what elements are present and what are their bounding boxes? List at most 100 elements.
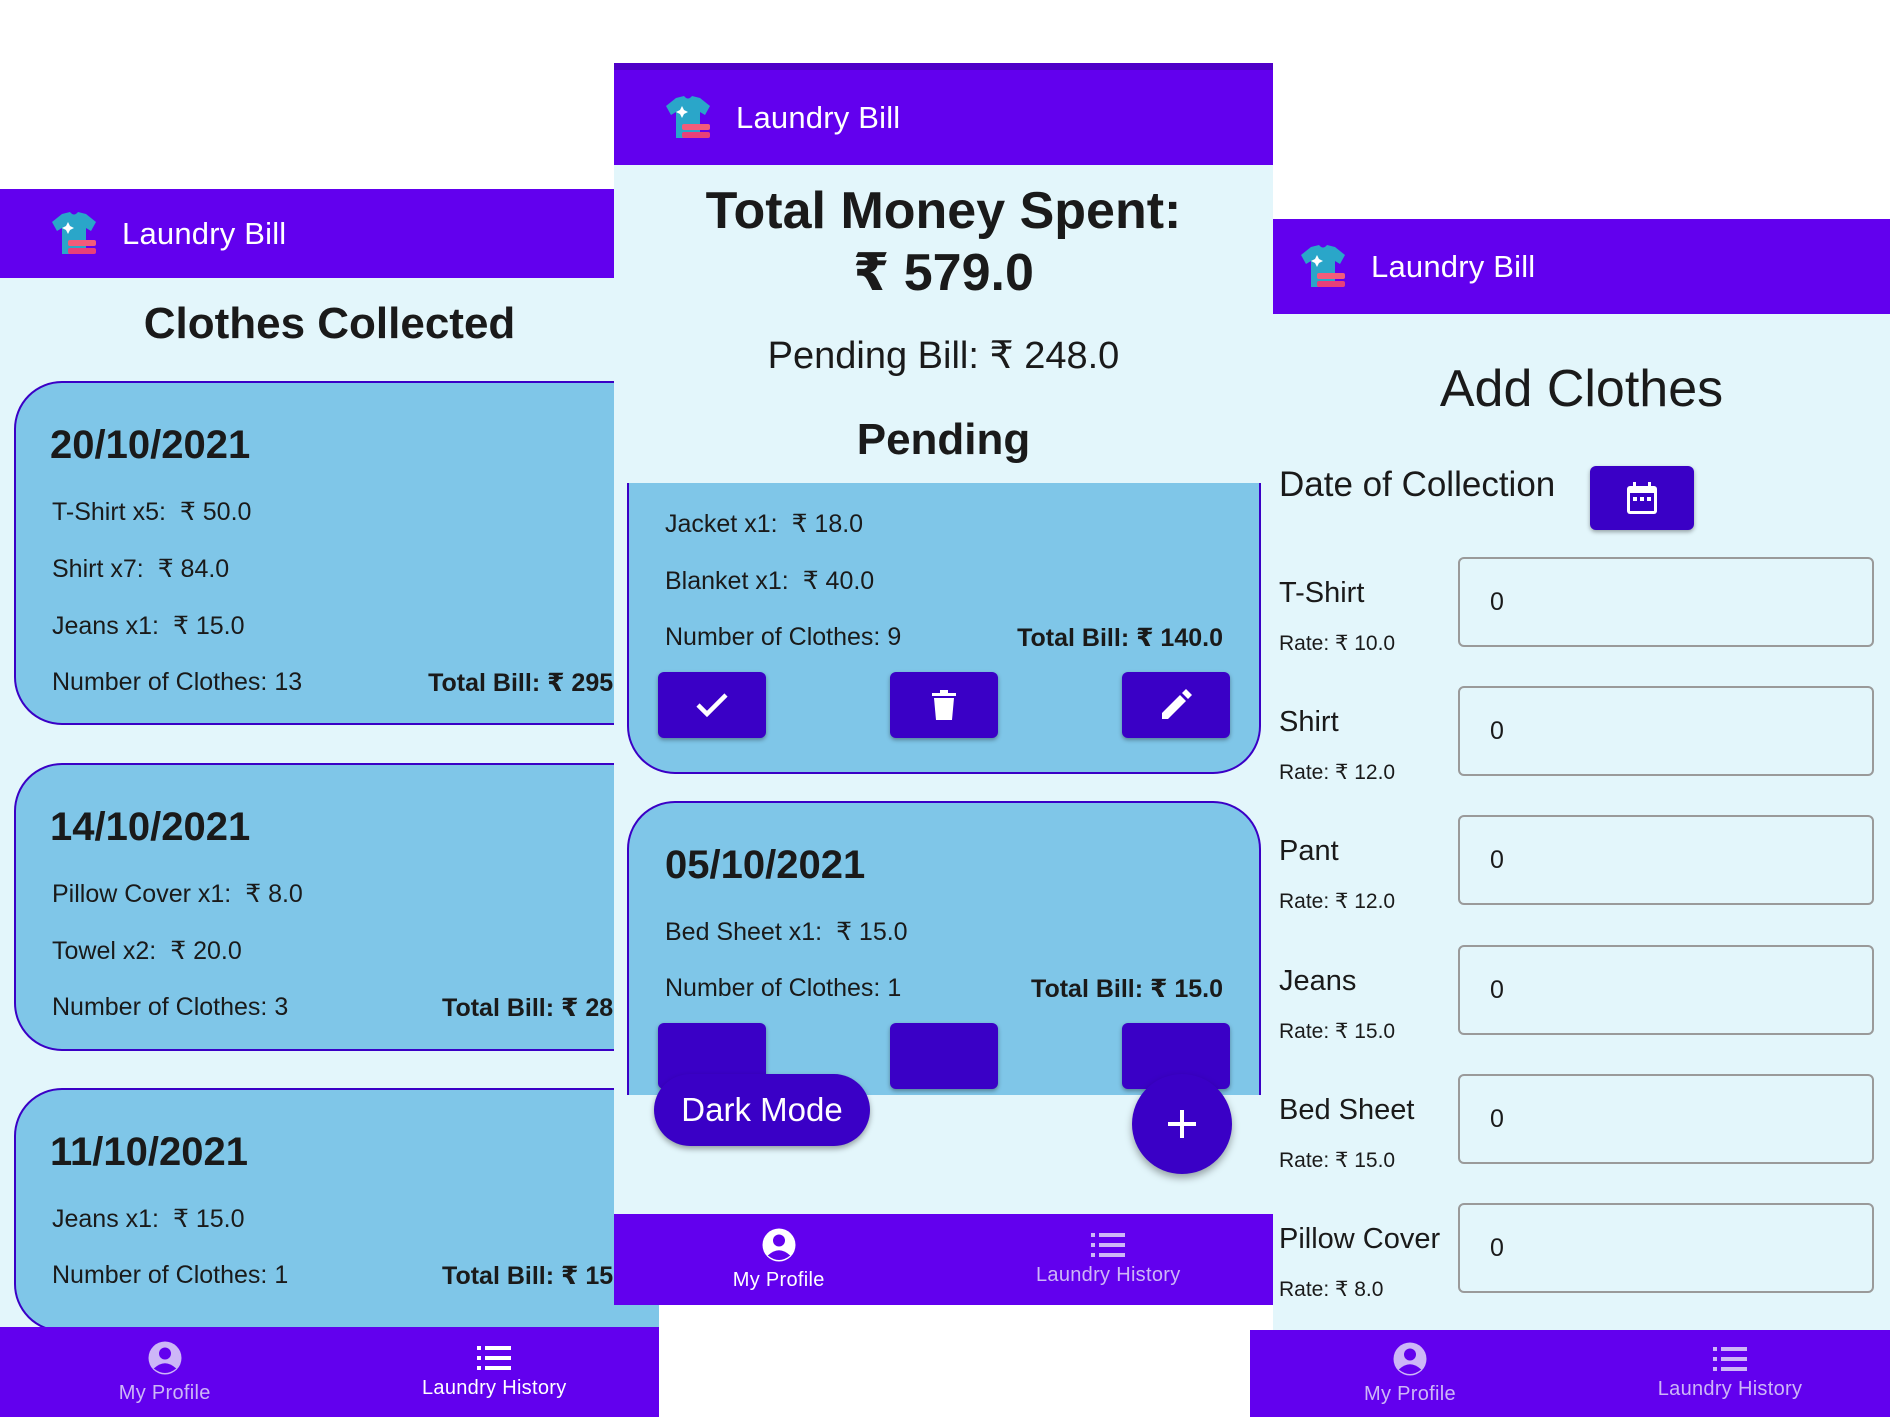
app-logo-icon: [1301, 244, 1345, 287]
field-label-jeans: Jeans: [1279, 965, 1357, 997]
history-card[interactable]: 11/10/2021 Jeans x1: ₹ 15.0 Number of Clo…: [14, 1088, 659, 1332]
total-bill: Total Bill: ₹ 15.0: [442, 1262, 634, 1290]
item-line: Pillow Cover x1: ₹ 8.0: [52, 879, 303, 909]
item-name: T-Shirt x5:: [52, 498, 166, 526]
item-line: T-Shirt x5: ₹ 50.0: [52, 497, 251, 527]
delete-button[interactable]: [890, 672, 998, 738]
plus-icon: [1168, 1110, 1196, 1138]
rate-label-shirt: Rate: ₹ 12.0: [1279, 761, 1396, 784]
list-icon: [1091, 1233, 1126, 1257]
nav-my-profile[interactable]: My Profile: [614, 1214, 944, 1305]
nav-my-profile[interactable]: My Profile: [1250, 1330, 1570, 1417]
app-title: Laundry Bill: [122, 215, 287, 251]
pending-card[interactable]: 05/10/2021 Bed Sheet x1: ₹ 15.0 Number of…: [627, 801, 1261, 1095]
clothes-count: Number of Clothes: 1: [665, 974, 902, 1002]
item-line: Jacket x1: ₹ 18.0: [665, 509, 863, 539]
item-amount: ₹ 15.0: [173, 1205, 245, 1233]
item-amount: ₹ 50.0: [179, 498, 252, 526]
account-circle-icon: [1393, 1342, 1427, 1376]
pending-heading: Pending: [856, 415, 1031, 464]
date-of-collection-label: Date of Collection: [1279, 465, 1556, 504]
item-amount: ₹ 8.0: [245, 880, 303, 908]
item-amount: ₹ 20.0: [170, 937, 242, 965]
nav-laundry-history[interactable]: Laundry History: [944, 1214, 1274, 1305]
pencil-icon: [1162, 689, 1192, 719]
bottom-navigation: My Profile Laundry History: [0, 1327, 659, 1417]
rate-label-bed-sheet: Rate: ₹ 15.0: [1279, 1149, 1396, 1172]
item-name: Towel x2:: [52, 937, 157, 965]
delete-button[interactable]: [890, 1023, 998, 1089]
clothes-count: Number of Clothes: 9: [665, 623, 902, 651]
bottom-navigation: My Profile Laundry History: [1250, 1330, 1890, 1417]
total-bill: Total Bill: ₹ 28.0: [442, 994, 634, 1022]
tshirt-quantity-input[interactable]: 0: [1458, 557, 1874, 647]
edit-button[interactable]: [1122, 672, 1230, 738]
total-bill: Total Bill: ₹ 295.0: [428, 669, 634, 697]
nav-label: Laundry History: [421, 1376, 567, 1399]
app-title: Laundry Bill: [1371, 248, 1536, 284]
card-date: 11/10/2021: [50, 1130, 248, 1174]
item-line: Jeans x1: ₹ 15.0: [52, 1204, 245, 1234]
app-title: Laundry Bill: [736, 99, 901, 135]
app-bar: Laundry Bill: [0, 189, 659, 278]
item-line: Towel x2: ₹ 20.0: [52, 936, 242, 966]
account-circle-icon: [148, 1341, 182, 1374]
card-date: 14/10/2021: [50, 805, 251, 849]
nav-label: Laundry History: [1035, 1264, 1181, 1286]
dark-mode-button[interactable]: Dark Mode: [654, 1074, 870, 1146]
app-logo-icon: [52, 211, 96, 254]
jeans-quantity-input[interactable]: 0: [1458, 945, 1874, 1035]
item-line: Jeans x1: ₹ 15.0: [52, 611, 245, 641]
rate-label-tshirt: Rate: ₹ 10.0: [1279, 632, 1396, 655]
pending-bill: Pending Bill: ₹ 248.0: [767, 335, 1120, 377]
history-card[interactable]: 20/10/2021 T-Shirt x5: ₹ 50.0 Shirt x7: ₹ …: [14, 381, 659, 725]
item-name: Jacket x1:: [665, 510, 778, 538]
item-amount: ₹ 40.0: [802, 567, 875, 595]
check-icon: [696, 693, 728, 718]
nav-laundry-history[interactable]: Laundry History: [330, 1327, 660, 1417]
field-label-shirt: Shirt: [1279, 706, 1339, 738]
pending-list[interactable]: Jacket x1: ₹ 18.0 Blanket x1: ₹ 40.0 Numbe…: [614, 483, 1273, 1095]
history-card[interactable]: 14/10/2021 Pillow Cover x1: ₹ 8.0 Towel x…: [14, 763, 659, 1051]
item-name: Pillow Cover x1:: [52, 880, 232, 908]
profile-screen: Laundry Bill Total Money Spent: ₹ 579.0 …: [614, 63, 1273, 1305]
pending-card[interactable]: Jacket x1: ₹ 18.0 Blanket x1: ₹ 40.0 Numbe…: [627, 483, 1261, 774]
item-line: Bed Sheet x1: ₹ 15.0: [665, 917, 908, 947]
nav-label: Laundry History: [1657, 1378, 1803, 1400]
rate-label-jeans: Rate: ₹ 15.0: [1279, 1020, 1396, 1043]
total-bill: Total Bill: ₹ 140.0: [1017, 624, 1223, 652]
field-label-pillow-cover: Pillow Cover: [1279, 1223, 1441, 1255]
add-fab[interactable]: [1132, 1074, 1232, 1174]
field-label-bed-sheet: Bed Sheet: [1279, 1094, 1415, 1126]
item-line: Shirt x7: ₹ 84.0: [52, 554, 229, 584]
item-name: Jeans x1:: [52, 1205, 160, 1233]
item-line: Blanket x1: ₹ 40.0: [665, 566, 874, 596]
shirt-quantity-input[interactable]: 0: [1458, 686, 1874, 776]
item-amount: ₹ 84.0: [157, 555, 230, 583]
date-picker-button[interactable]: [1590, 466, 1694, 530]
bed-sheet-quantity-input[interactable]: 0: [1458, 1074, 1874, 1164]
app-bar: Laundry Bill: [614, 63, 1273, 165]
field-label-pant: Pant: [1279, 835, 1339, 867]
app-bar: Laundry Bill: [1273, 219, 1890, 314]
total-bill: Total Bill: ₹ 15.0: [1031, 975, 1223, 1003]
pant-quantity-input[interactable]: 0: [1458, 815, 1874, 905]
add-clothes-screen: Laundry Bill Add Clothes Date of Collect…: [1273, 219, 1890, 1417]
item-name: Bed Sheet x1:: [665, 918, 823, 946]
calendar-icon: [1627, 482, 1657, 514]
nav-my-profile[interactable]: My Profile: [0, 1327, 330, 1417]
app-logo-icon: [666, 95, 710, 138]
pillow-cover-quantity-input[interactable]: 0: [1458, 1203, 1874, 1293]
rate-label-pillow-cover: Rate: ₹ 8.0: [1279, 1278, 1384, 1301]
item-name: Blanket x1:: [665, 567, 789, 595]
item-amount: ₹ 15.0: [173, 612, 245, 640]
nav-label: My Profile: [1364, 1383, 1456, 1405]
account-circle-icon: [762, 1228, 796, 1262]
card-date: 20/10/2021: [50, 423, 251, 467]
mark-paid-button[interactable]: [658, 672, 766, 738]
item-amount: ₹ 18.0: [791, 510, 864, 538]
clothes-count: Number of Clothes: 13: [52, 668, 303, 696]
item-name: Shirt x7:: [52, 555, 144, 583]
trash-icon: [932, 690, 956, 720]
nav-laundry-history[interactable]: Laundry History: [1570, 1330, 1890, 1417]
